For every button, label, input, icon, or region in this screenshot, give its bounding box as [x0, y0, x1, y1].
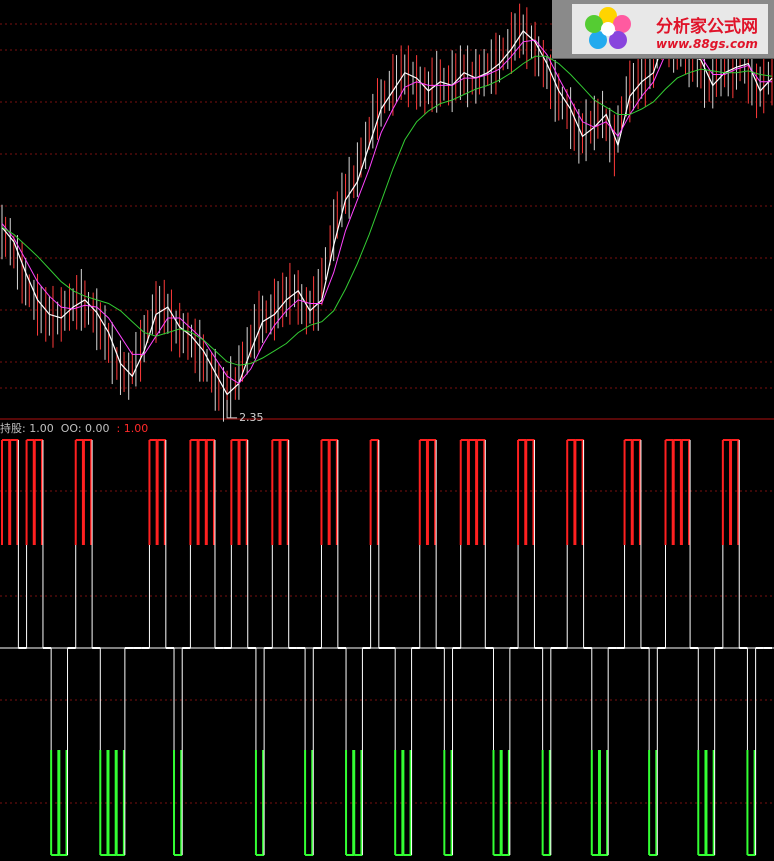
- watermark-logo: 分析家公式网 www.88gs.com: [552, 0, 774, 59]
- legend-item-red: : 1.00: [116, 422, 149, 435]
- logo-url: www.88gs.com: [656, 37, 758, 51]
- price-series-line: [1, 55, 773, 366]
- low-price-label: 2.35: [239, 410, 264, 424]
- price-series-line: [1, 29, 773, 396]
- legend-item-oo: OO: 0.00: [60, 422, 110, 435]
- flower-logo-icon: [585, 7, 631, 49]
- low-marker-arrow: [226, 399, 238, 419]
- price-series-line: [1, 39, 772, 385]
- logo-panel: 分析家公式网 www.88gs.com: [572, 4, 768, 54]
- legend-item-hold: 持股: 1.00: [0, 422, 54, 435]
- logo-title: 分析家公式网: [656, 17, 758, 37]
- indicator-legend: 持股: 1.00 OO: 0.00 : 1.00: [0, 420, 148, 436]
- chart-stage: 持股: 1.00 OO: 0.00 : 1.00 2.35 分析家公式网 www…: [0, 0, 774, 861]
